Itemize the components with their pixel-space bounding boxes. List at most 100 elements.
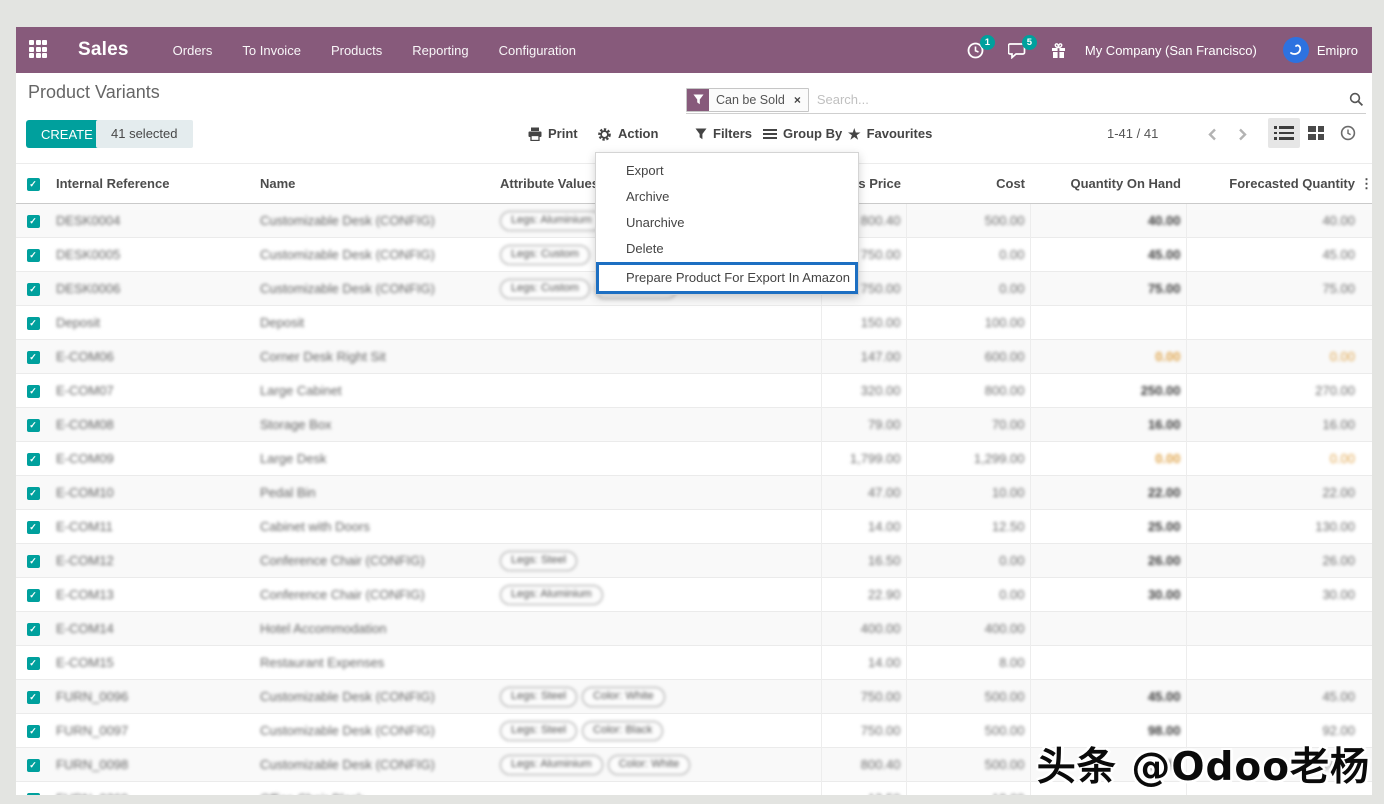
print-button[interactable]: Print — [528, 120, 578, 148]
cell-internal-reference[interactable]: FURN_0269 — [50, 782, 256, 796]
row-checkbox[interactable] — [27, 555, 40, 568]
cell-extra — [1360, 612, 1372, 646]
row-checkbox[interactable] — [27, 691, 40, 704]
cell-internal-reference[interactable]: E-COM15 — [50, 646, 256, 680]
cell-name[interactable]: Customizable Desk (CONFIG) — [256, 272, 496, 306]
list-view-button[interactable] — [1268, 118, 1300, 148]
row-checkbox[interactable] — [27, 317, 40, 330]
select-all-checkbox[interactable] — [27, 178, 40, 191]
selected-count-badge[interactable]: 41 selected — [96, 120, 193, 148]
cell-name[interactable]: Conference Chair (CONFIG) — [256, 544, 496, 578]
favourites-button[interactable]: ★ Favourites — [848, 120, 932, 148]
cell-name[interactable]: Conference Chair (CONFIG) — [256, 578, 496, 612]
cell-internal-reference[interactable]: FURN_0097 — [50, 714, 256, 748]
menu-reporting[interactable]: Reporting — [412, 43, 468, 58]
row-checkbox[interactable] — [27, 759, 40, 772]
header-name[interactable]: Name — [256, 164, 496, 204]
cell-internal-reference[interactable]: DESK0005 — [50, 238, 256, 272]
kanban-view-button[interactable] — [1300, 118, 1332, 148]
cell-name[interactable]: Corner Desk Right Sit — [256, 340, 496, 374]
cell-name[interactable]: Pedal Bin — [256, 476, 496, 510]
rewards-menu-button[interactable] — [1050, 42, 1067, 59]
cell-name[interactable]: Customizable Desk (CONFIG) — [256, 238, 496, 272]
cell-internal-reference[interactable]: E-COM14 — [50, 612, 256, 646]
apps-menu-icon[interactable] — [29, 40, 49, 60]
cell-name[interactable]: Customizable Desk (CONFIG) — [256, 204, 496, 238]
cell-internal-reference[interactable]: E-COM12 — [50, 544, 256, 578]
row-checkbox[interactable] — [27, 521, 40, 534]
app-brand[interactable]: Sales — [78, 39, 129, 61]
menu-to-invoice[interactable]: To Invoice — [242, 43, 301, 58]
row-checkbox[interactable] — [27, 793, 40, 795]
cell-internal-reference[interactable]: DESK0006 — [50, 272, 256, 306]
facet-remove-icon[interactable]: × — [792, 89, 808, 111]
row-checkbox[interactable] — [27, 589, 40, 602]
optional-columns-toggle[interactable]: ⋮ — [1360, 164, 1372, 204]
cell-name[interactable]: Customizable Desk (CONFIG) — [256, 680, 496, 714]
menu-products[interactable]: Products — [331, 43, 382, 58]
menu-item-delete[interactable]: Delete — [596, 236, 858, 262]
row-checkbox[interactable] — [27, 351, 40, 364]
header-cost[interactable]: Cost — [906, 164, 1030, 204]
pager-previous-button[interactable] — [1199, 120, 1225, 148]
cell-name[interactable]: Customizable Desk (CONFIG) — [256, 748, 496, 782]
cell-name[interactable]: Customizable Desk (CONFIG) — [256, 714, 496, 748]
cell-internal-reference[interactable]: E-COM06 — [50, 340, 256, 374]
menu-orders[interactable]: Orders — [173, 43, 213, 58]
cell-name[interactable]: Hotel Accommodation — [256, 612, 496, 646]
search-facet-can-be-sold[interactable]: Can be Sold × — [686, 88, 809, 112]
action-button[interactable]: Action — [597, 120, 658, 148]
menu-item-export[interactable]: Export — [596, 158, 858, 184]
header-forecasted-quantity[interactable]: Forecasted Quantity — [1186, 164, 1360, 204]
cell-name[interactable]: Large Cabinet — [256, 374, 496, 408]
menu-configuration[interactable]: Configuration — [499, 43, 576, 58]
cell-internal-reference[interactable]: E-COM13 — [50, 578, 256, 612]
cell-name[interactable]: Storage Box — [256, 408, 496, 442]
cell-internal-reference[interactable]: E-COM07 — [50, 374, 256, 408]
row-checkbox[interactable] — [27, 657, 40, 670]
cell-internal-reference[interactable]: FURN_0096 — [50, 680, 256, 714]
header-internal-reference[interactable]: Internal Reference — [50, 164, 256, 204]
group-by-button[interactable]: Group By — [763, 120, 842, 148]
header-quantity-on-hand[interactable]: Quantity On Hand — [1030, 164, 1186, 204]
filters-button[interactable]: Filters — [695, 120, 752, 148]
cell-name[interactable]: Large Desk — [256, 442, 496, 476]
cell-name[interactable]: Deposit — [256, 306, 496, 340]
user-menu[interactable]: Emipro — [1317, 43, 1358, 58]
cell-name[interactable]: Office Chair Black — [256, 782, 496, 796]
user-avatar[interactable] — [1283, 37, 1309, 63]
row-checkbox[interactable] — [27, 385, 40, 398]
messages-menu-button[interactable]: 5 — [1008, 42, 1026, 59]
activity-view-button[interactable] — [1332, 118, 1364, 148]
menu-item-unarchive[interactable]: Unarchive — [596, 210, 858, 236]
search-icon[interactable] — [1349, 92, 1364, 107]
cell-name[interactable]: Cabinet with Doors — [256, 510, 496, 544]
menu-item-archive[interactable]: Archive — [596, 184, 858, 210]
cell-cost: 500.00 — [906, 714, 1030, 748]
attribute-tag: Color: White — [582, 687, 665, 707]
activity-menu-button[interactable]: 1 — [967, 42, 984, 59]
row-checkbox[interactable] — [27, 419, 40, 432]
cell-internal-reference[interactable]: E-COM11 — [50, 510, 256, 544]
row-checkbox[interactable] — [27, 215, 40, 228]
cell-extra — [1360, 408, 1372, 442]
row-checkbox[interactable] — [27, 725, 40, 738]
row-checkbox[interactable] — [27, 487, 40, 500]
cell-internal-reference[interactable]: FURN_0098 — [50, 748, 256, 782]
search-input[interactable] — [815, 91, 1349, 108]
cell-internal-reference[interactable]: E-COM09 — [50, 442, 256, 476]
row-checkbox[interactable] — [27, 453, 40, 466]
action-button-label: Action — [618, 120, 658, 148]
row-checkbox[interactable] — [27, 283, 40, 296]
pager-next-button[interactable] — [1229, 120, 1255, 148]
cell-name[interactable]: Restaurant Expenses — [256, 646, 496, 680]
menu-item-prepare-product-for-export-in-amazon[interactable]: Prepare Product For Export In Amazon — [599, 265, 855, 291]
row-select-cell — [16, 748, 50, 782]
cell-internal-reference[interactable]: DESK0004 — [50, 204, 256, 238]
cell-internal-reference[interactable]: E-COM10 — [50, 476, 256, 510]
cell-internal-reference[interactable]: Deposit — [50, 306, 256, 340]
row-checkbox[interactable] — [27, 623, 40, 636]
cell-internal-reference[interactable]: E-COM08 — [50, 408, 256, 442]
row-checkbox[interactable] — [27, 249, 40, 262]
company-switcher[interactable]: My Company (San Francisco) — [1085, 43, 1257, 58]
